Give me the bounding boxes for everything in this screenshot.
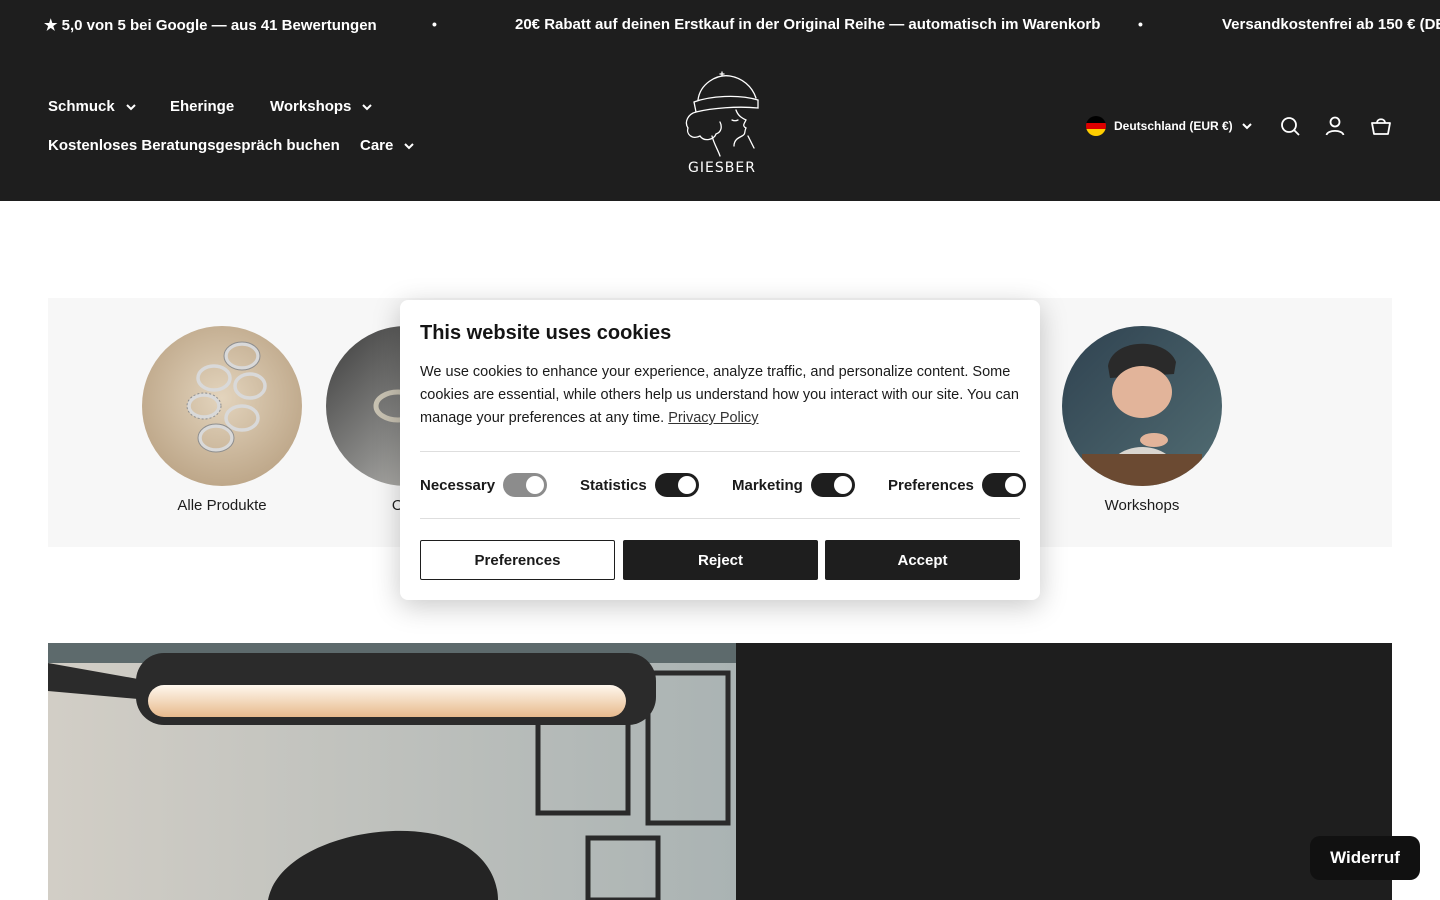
cookie-description: We use cookies to enhance your experienc… [420, 361, 1020, 430]
toggle-preferences: Preferences [888, 473, 1026, 497]
nav-care-label: Care [360, 137, 394, 154]
chevron-down-icon [362, 103, 373, 110]
toggle-preferences-label: Preferences [888, 476, 974, 494]
country-selector[interactable]: Deutschland (EUR €) [1086, 116, 1253, 136]
chevron-down-icon [1241, 123, 1252, 130]
announcement-separator: • [1138, 16, 1143, 32]
toggle-statistics-label: Statistics [580, 476, 647, 494]
nav-workshops[interactable]: Workshops [270, 98, 373, 115]
nav-eheringe-label: Eheringe [170, 98, 235, 115]
category-image-workshops [1062, 326, 1222, 486]
nav-beratung[interactable]: Kostenloses Beratungsgespräch buchen [48, 137, 340, 154]
toggle-necessary-label: Necessary [420, 476, 496, 494]
site-header: Schmuck Eheringe Workshops Kostenloses B… [0, 50, 1440, 201]
category-workshops[interactable]: Workshops [1062, 326, 1222, 514]
nav-beratung-label: Kostenloses Beratungsgespräch buchen [48, 137, 340, 154]
cookie-dialog: This website uses cookies We use cookies… [400, 300, 1040, 600]
germany-flag-icon [1086, 116, 1106, 136]
country-label: Deutschland (EUR €) [1114, 119, 1233, 133]
announcement-bar: ★ 5,0 von 5 bei Google — aus 41 Bewertun… [0, 0, 1440, 50]
toggle-marketing: Marketing [732, 473, 855, 497]
category-label: Workshops [1104, 497, 1180, 514]
chevron-down-icon [125, 103, 136, 110]
nav-care[interactable]: Care [360, 137, 415, 154]
category-alle-produkte[interactable]: Alle Produkte [142, 326, 302, 514]
toggle-necessary: Necessary [420, 473, 548, 497]
announcement-rating: ★ 5,0 von 5 bei Google — aus 41 Bewertun… [44, 17, 377, 34]
toggle-marketing-switch[interactable] [810, 473, 855, 497]
logo-wordmark: GIESBER [688, 160, 756, 176]
toggle-necessary-switch [503, 473, 548, 497]
cookie-divider [420, 518, 1020, 519]
brand-logo[interactable]: GIESBER [676, 70, 768, 182]
toggle-statistics-switch[interactable] [654, 473, 699, 497]
cookie-divider [420, 451, 1020, 452]
nav-schmuck[interactable]: Schmuck [48, 98, 137, 115]
cookie-preferences-button[interactable]: Preferences [420, 540, 615, 580]
banner-image [48, 643, 736, 900]
logo-portrait-icon [685, 71, 759, 157]
toggle-marketing-label: Marketing [732, 476, 803, 494]
announcement-shipping: Versandkostenfrei ab 150 € (DE) & AT [1222, 16, 1440, 33]
toggle-statistics: Statistics [580, 473, 699, 497]
search-icon[interactable] [1278, 114, 1302, 138]
category-label: Alle Produkte [177, 497, 267, 514]
nav-eheringe[interactable]: Eheringe [170, 98, 234, 115]
banner-text-panel [736, 643, 1392, 900]
category-image-rings [142, 326, 302, 486]
cart-icon[interactable] [1369, 114, 1393, 138]
toggle-preferences-switch[interactable] [981, 473, 1026, 497]
widerruf-button[interactable]: Widerruf [1310, 836, 1420, 880]
announcement-discount: 20€ Rabatt auf deinen Erstkauf in der Or… [515, 16, 1101, 33]
announcement-separator: • [432, 16, 437, 32]
nav-schmuck-label: Schmuck [48, 98, 115, 115]
cookie-accept-button[interactable]: Accept [825, 540, 1020, 580]
account-icon[interactable] [1323, 114, 1347, 138]
chevron-down-icon [404, 142, 415, 149]
cookie-title: This website uses cookies [420, 322, 672, 344]
cookie-reject-button[interactable]: Reject [623, 540, 818, 580]
privacy-policy-link[interactable]: Privacy Policy [668, 410, 758, 426]
nav-workshops-label: Workshops [270, 98, 352, 115]
